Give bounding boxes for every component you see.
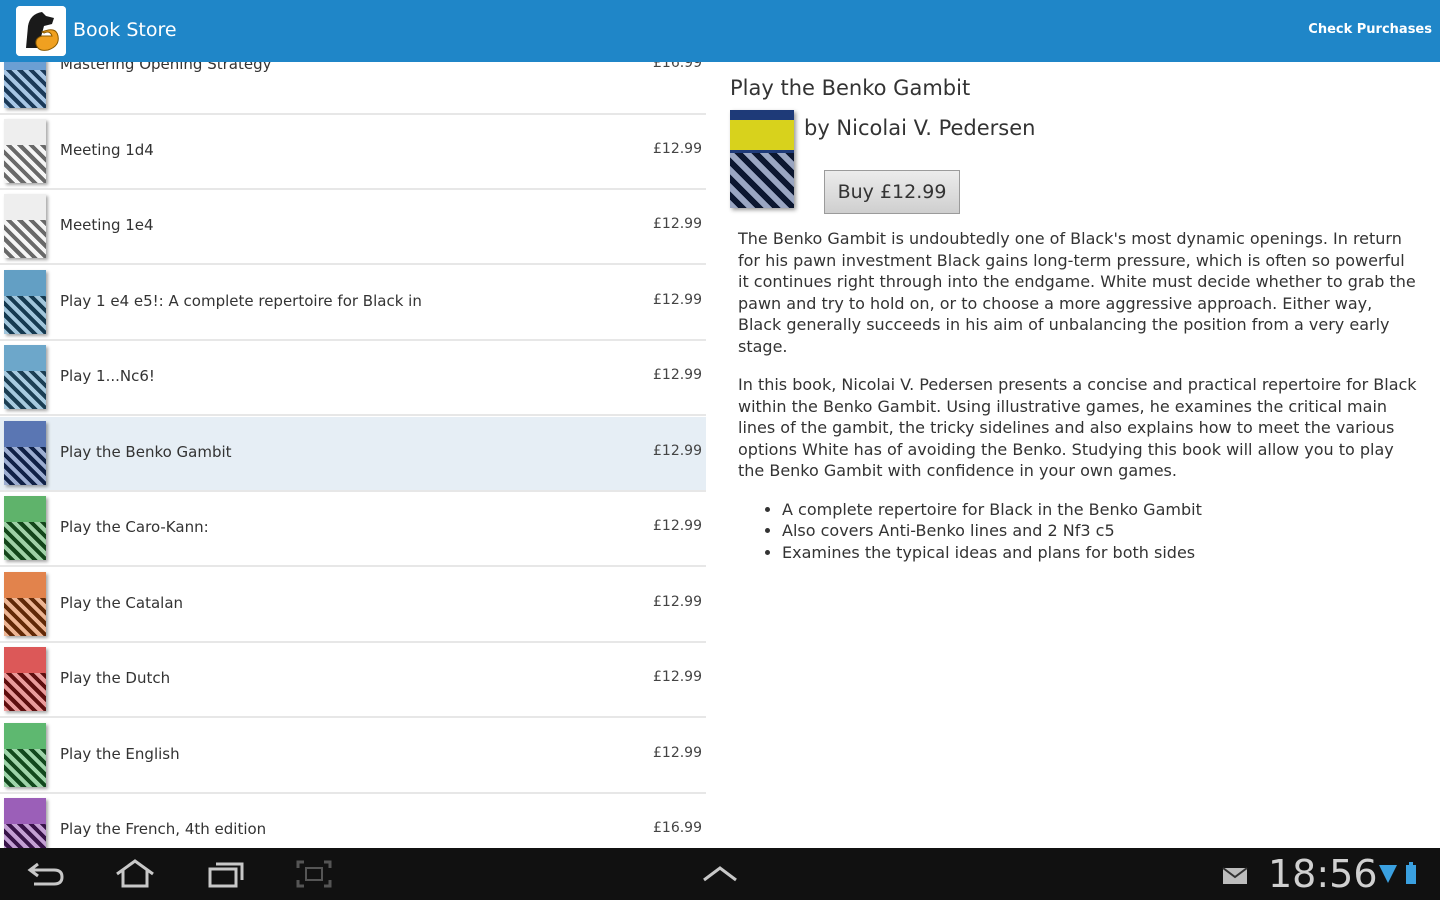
book-cover-image bbox=[4, 421, 46, 485]
book-price: £12.99 bbox=[653, 594, 702, 610]
book-price: £12.99 bbox=[653, 292, 702, 308]
home-icon[interactable] bbox=[114, 858, 154, 890]
cover-board bbox=[4, 295, 46, 334]
book-row-play-the-dutch[interactable]: Play the Dutch £12.99 bbox=[0, 643, 706, 718]
book-price: £12.99 bbox=[653, 669, 702, 685]
feature-list: A complete repertoire for Black in the B… bbox=[738, 499, 1420, 564]
system-bar: 18:56 bbox=[0, 848, 1440, 900]
book-title: Play the English bbox=[60, 745, 180, 763]
book-row-play-the-catalan[interactable]: Play the Catalan £12.99 bbox=[0, 568, 706, 643]
book-row-play-the-benko-gambit[interactable]: Play the Benko Gambit £12.99 bbox=[0, 417, 706, 492]
book-cover-image bbox=[4, 194, 46, 258]
book-title: Play the Benko Gambit bbox=[60, 443, 232, 461]
cover-band bbox=[4, 119, 46, 145]
cover-board bbox=[4, 597, 46, 636]
app-logo-icon[interactable] bbox=[16, 6, 66, 56]
book-row-play-the-caro-kann[interactable]: Play the Caro-Kann: £12.99 bbox=[0, 492, 706, 567]
book-title: Meeting 1d4 bbox=[60, 141, 154, 159]
book-row-meeting-1d4[interactable]: Meeting 1d4 £12.99 bbox=[0, 115, 706, 190]
cover-board bbox=[4, 370, 46, 409]
book-title: Play 1...Nc6! bbox=[60, 367, 155, 385]
book-row-meeting-1e4[interactable]: Meeting 1e4 £12.99 bbox=[0, 190, 706, 265]
screenshot-icon[interactable] bbox=[294, 858, 334, 890]
cover-board bbox=[4, 823, 46, 848]
book-price: £12.99 bbox=[653, 518, 702, 534]
book-row-mastering-opening-strategy[interactable]: Mastering Opening Strategy £16.99 bbox=[0, 62, 706, 115]
cover-band bbox=[4, 345, 46, 371]
book-price: £16.99 bbox=[653, 820, 702, 836]
detail-title: Play the Benko Gambit bbox=[730, 76, 971, 100]
cover-board bbox=[4, 748, 46, 787]
cover-board bbox=[4, 69, 46, 108]
feature-item: A complete repertoire for Black in the B… bbox=[782, 499, 1420, 521]
buy-button[interactable]: Buy £12.99 bbox=[824, 170, 960, 214]
mail-icon[interactable] bbox=[1222, 867, 1248, 885]
book-row-play-the-english[interactable]: Play the English £12.99 bbox=[0, 719, 706, 794]
book-cover-image bbox=[4, 496, 46, 560]
cover-band bbox=[4, 270, 46, 296]
book-row-play-the-french[interactable]: Play the French, 4th edition £16.99 bbox=[0, 794, 706, 848]
back-icon[interactable] bbox=[26, 858, 66, 890]
book-title: Play the French, 4th edition bbox=[60, 820, 267, 838]
book-list[interactable]: Mastering Opening Strategy £16.99 Meetin… bbox=[0, 62, 706, 848]
cover-band bbox=[4, 798, 46, 824]
cover-band bbox=[4, 62, 46, 70]
book-title: Play the Dutch bbox=[60, 669, 171, 687]
book-cover-image bbox=[4, 270, 46, 334]
feature-item: Also covers Anti-Benko lines and 2 Nf3 c… bbox=[782, 520, 1420, 542]
cover-board bbox=[4, 672, 46, 711]
cover-board bbox=[4, 521, 46, 560]
cover-band bbox=[4, 496, 46, 522]
check-purchases-button[interactable]: Check Purchases bbox=[1308, 22, 1432, 37]
book-price: £12.99 bbox=[653, 443, 702, 459]
recent-apps-icon[interactable] bbox=[206, 858, 246, 890]
description-paragraph: In this book, Nicolai V. Pedersen presen… bbox=[738, 375, 1417, 480]
wifi-icon bbox=[1378, 863, 1398, 889]
cover-band bbox=[4, 421, 46, 447]
book-price: £12.99 bbox=[653, 216, 702, 232]
book-cover-image bbox=[4, 62, 46, 108]
cover-board bbox=[4, 144, 46, 183]
cover-band bbox=[4, 194, 46, 220]
book-detail-pane: Play the Benko Gambit by Nicolai V. Pede… bbox=[726, 62, 1426, 848]
book-cover-image bbox=[4, 572, 46, 636]
cover-band bbox=[730, 120, 794, 150]
battery-icon bbox=[1406, 862, 1416, 884]
cover-board bbox=[4, 219, 46, 258]
book-title: Mastering Opening Strategy bbox=[60, 62, 272, 73]
cover-board bbox=[730, 153, 794, 208]
book-price: £12.99 bbox=[653, 141, 702, 157]
book-cover-image bbox=[4, 798, 46, 848]
menu-up-icon[interactable] bbox=[700, 858, 740, 890]
detail-author: by Nicolai V. Pedersen bbox=[804, 116, 1036, 140]
cover-band bbox=[4, 723, 46, 749]
book-title: Play 1 e4 e5!: A complete repertoire for… bbox=[60, 292, 422, 310]
book-row-play-1-e4-e5[interactable]: Play 1 e4 e5!: A complete repertoire for… bbox=[0, 266, 706, 341]
book-cover-image bbox=[4, 119, 46, 183]
book-price: £12.99 bbox=[653, 367, 702, 383]
book-title: Play the Catalan bbox=[60, 594, 184, 612]
cover-band bbox=[4, 647, 46, 673]
book-cover-image bbox=[4, 647, 46, 711]
book-title: Meeting 1e4 bbox=[60, 216, 154, 234]
description-paragraph: The Benko Gambit is undoubtedly one of B… bbox=[738, 229, 1416, 356]
detail-cover-image bbox=[730, 110, 794, 208]
book-title: Play the Caro-Kann: bbox=[60, 518, 209, 536]
app-title: Book Store bbox=[73, 19, 177, 41]
detail-description: The Benko Gambit is undoubtedly one of B… bbox=[738, 228, 1420, 563]
book-row-play-1-nc6[interactable]: Play 1...Nc6! £12.99 bbox=[0, 341, 706, 416]
feature-item: Examines the typical ideas and plans for… bbox=[782, 542, 1420, 564]
book-cover-image bbox=[4, 345, 46, 409]
action-bar: Book Store Check Purchases bbox=[0, 0, 1440, 62]
cover-band bbox=[4, 572, 46, 598]
cover-board bbox=[4, 446, 46, 485]
clock: 18:56 bbox=[1268, 852, 1378, 896]
book-price: £12.99 bbox=[653, 745, 702, 761]
book-price: £16.99 bbox=[653, 62, 702, 71]
book-cover-image bbox=[4, 723, 46, 787]
